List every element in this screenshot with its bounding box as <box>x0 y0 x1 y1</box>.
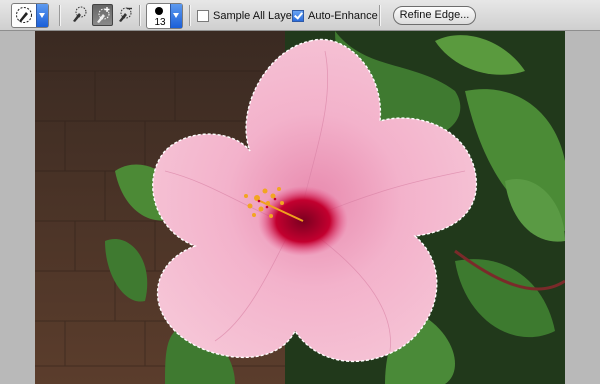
sample-all-layers-checkbox[interactable] <box>197 10 209 22</box>
brush-size-value: 13 <box>154 17 166 28</box>
new-selection-brush-icon <box>73 6 87 22</box>
subtract-from-selection-brush-icon <box>119 7 132 22</box>
add-to-selection-brush-icon <box>97 7 110 23</box>
quick-selection-brush-icon <box>16 7 32 23</box>
tool-preset-picker[interactable] <box>11 3 49 28</box>
sample-all-layers-label: Sample All Layers <box>213 10 302 22</box>
add-to-selection-button[interactable] <box>92 4 113 26</box>
brush-tip-icon <box>155 7 163 15</box>
refine-edge-button[interactable]: Refine Edge... <box>393 6 476 25</box>
divider <box>139 5 141 26</box>
auto-enhance-checkbox[interactable] <box>292 10 304 22</box>
document-canvas[interactable] <box>35 31 565 384</box>
auto-enhance-option[interactable]: Auto-Enhance <box>292 9 378 23</box>
new-selection-button[interactable] <box>69 4 90 26</box>
auto-enhance-label: Auto-Enhance <box>308 10 378 22</box>
divider <box>379 5 381 26</box>
subtract-from-selection-button[interactable] <box>115 4 136 26</box>
divider <box>59 5 61 26</box>
chevron-down-icon <box>170 4 182 28</box>
sample-all-layers-option[interactable]: Sample All Layers <box>197 9 301 23</box>
brush-size-picker[interactable]: 13 <box>146 3 183 29</box>
divider <box>189 5 191 26</box>
options-bar: 13 Sample All Layers Auto-Enhance Refine… <box>0 0 600 31</box>
chevron-down-icon <box>36 4 48 27</box>
pink-hibiscus-flower-photo <box>35 31 565 384</box>
